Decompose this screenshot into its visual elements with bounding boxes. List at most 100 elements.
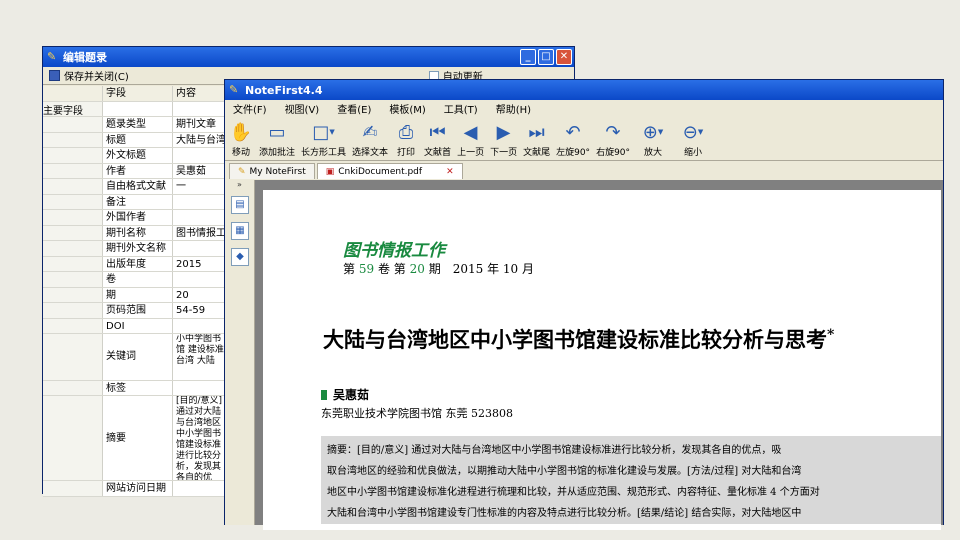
tool-prev-page-button[interactable]: ◀ 上一页 [457,121,484,159]
menu-item[interactable]: 模板(M) [389,101,425,116]
tab-0[interactable]: ✎ My NoteFirst [229,163,315,179]
value-cell[interactable]: 期刊文章 [173,117,227,132]
tool-next-page-button[interactable]: ▶ 下一页 [490,121,517,159]
table-row[interactable]: 期刊名称图书情报工作 [43,225,227,241]
tab-1[interactable]: ▣ CnkiDocument.pdf ✕ [316,163,463,179]
first-page-icon: ⏮ [429,121,446,143]
chevron-down-icon[interactable]: ▼ [698,128,703,136]
value-cell[interactable] [173,272,227,287]
table-row[interactable]: 主要字段 [43,101,227,117]
layers-icon[interactable]: ◆ [231,248,249,266]
table-row[interactable]: 期 20 [43,287,227,303]
menu-item[interactable]: 视图(V) [285,101,320,116]
edit-record-titlebar[interactable]: ✎ 编辑题录 _ □ ✕ [43,47,574,67]
tool-last-page-button[interactable]: ⏭ 文献尾 [523,121,550,159]
tool-select-text-button[interactable]: ✍ 选择文本 [352,121,388,159]
close-icon[interactable]: ✕ [556,49,572,65]
value-cell[interactable] [173,210,227,225]
window-title: 编辑题录 [63,51,107,64]
abstract-line: 地区中小学图书馆建设标准化进程进行梳理和比较，并从适应范围、规范形式、内容特征、… [327,487,820,498]
table-row[interactable]: 网站访问日期 [43,481,227,497]
group-cell [43,318,103,333]
group-cell [43,241,103,256]
tool-rect-button[interactable]: □ ▼ 长方形工具 [301,121,347,159]
value-cell[interactable] [173,102,227,117]
value-cell[interactable]: 吴惠茹 [173,164,227,179]
table-row[interactable]: 作者 吴惠茹 [43,163,227,179]
table-row[interactable]: 页码范围 54-59 [43,303,227,319]
value-cell[interactable]: [目的/意义]通过对大陆与台湾地区中小学图书馆建设标准进行比较分析，发现其各自的… [173,396,227,480]
toolbar: ✋ 移动 ▭ 添加批注 □ ▼ 长方形工具 ✍ 选择文本 ⎙ 打印 ⏮ 文献首 ◀ 上一页 ▶ 下一页 ⏭ 文献尾… [225,117,943,161]
close-tab-icon[interactable]: ✕ [446,167,454,177]
table-row[interactable]: 关键词 小中学图书馆 建设标准 台湾 大陆 [43,334,227,381]
table-row[interactable]: 出版年度 2015 [43,256,227,272]
tool-first-page-button[interactable]: ⏮ 文献首 [424,121,451,159]
issue-line: 第 59 卷 第 20 期 2015 年 10 月 [343,262,534,276]
value-cell[interactable]: 小中学图书馆 建设标准 台湾 大陆 [173,334,227,380]
pages-icon[interactable]: ▦ [231,222,249,240]
value-cell[interactable] [173,148,227,163]
table-row[interactable]: 自由格式文献一 [43,179,227,195]
group-cell [43,179,103,194]
menu-item[interactable]: 工具(T) [444,101,478,116]
value-cell[interactable]: 大陆与台湾地 [173,133,227,148]
tool-zoom-out-button[interactable]: ⊖ ▼ 缩小 [676,121,710,159]
notefirst-window: ✎ NoteFirst4.4 文件(F) 视图(V) 查看(E) 模板(M) 工具(T)… [224,79,944,530]
value-cell[interactable]: 一 [173,179,227,194]
side-panel: » ▤ ▦ ◆ [225,180,255,525]
menu-item[interactable]: 帮助(H) [496,101,531,116]
last-page-icon: ⏭ [528,121,545,143]
value-cell[interactable] [173,319,227,334]
table-row[interactable]: 摘要 [目的/意义]通过对大陆与台湾地区中小学图书馆建设标准进行比较分析，发现其各… [43,396,227,482]
value-cell[interactable] [173,241,227,256]
tool-add-note-button[interactable]: ▭ 添加批注 [259,121,295,159]
group-cell [43,163,103,178]
table-row[interactable]: 标题大陆与台湾地 [43,132,227,148]
notefirst-titlebar[interactable]: ✎ NoteFirst4.4 [225,80,943,100]
value-cell[interactable]: 54-59 [173,303,227,318]
menu-item[interactable]: 查看(E) [337,101,371,116]
tool-zoom-in-button[interactable]: ⊕ ▼ 放大 [636,121,670,159]
table-row[interactable]: 标签 [43,380,227,396]
rotate-left-icon: ↶ [565,121,581,143]
field-cell: 备注 [103,194,173,209]
tab-bar: ✎ My NoteFirst ▣ CnkiDocument.pdf ✕ [225,161,943,179]
table-row[interactable]: 期刊外文名称 [43,241,227,257]
collapse-icon[interactable]: » [225,180,254,189]
tool-label: 长方形工具 [301,148,347,158]
menu-item[interactable]: 文件(F) [233,101,267,116]
bookmark-icon[interactable]: ▤ [231,196,249,214]
table-row[interactable]: 备注 [43,194,227,210]
chevron-down-icon[interactable]: ▼ [658,128,663,136]
hand-icon: ✋ [229,121,253,143]
value-cell[interactable] [173,195,227,210]
table-row[interactable]: 外国作者 [43,210,227,226]
field-column-header[interactable]: 字段 [103,86,173,101]
pdf-page: 图书情报工作 第 59 卷 第 20 期 2015 年 10 月 大陆与台湾地区… [263,190,941,530]
table-row[interactable]: DOI [43,318,227,334]
value-cell[interactable]: 20 [173,288,227,303]
tool-hand-button[interactable]: ✋ 移动 [229,121,253,159]
value-cell[interactable]: 图书情报工作 [173,226,227,241]
group-cell [43,287,103,302]
group-cell [43,396,103,481]
group-cell [43,225,103,240]
pdf-viewer[interactable]: 图书情报工作 第 59 卷 第 20 期 2015 年 10 月 大陆与台湾地区… [255,180,943,530]
rotate-right-icon: ↷ [605,121,621,143]
tool-rotate-left-button[interactable]: ↶ 左旋90° [556,121,590,159]
value-cell[interactable]: 2015 [173,257,227,272]
minimize-icon[interactable]: _ [520,49,536,65]
tool-print-button[interactable]: ⎙ 打印 [394,121,418,159]
save-close-button[interactable]: 保存并关闭(C) [64,68,129,83]
value-cell[interactable] [173,481,227,496]
content-column-header[interactable]: 内容 [173,86,227,101]
tab-label: My NoteFirst [249,166,306,177]
value-cell[interactable] [173,381,227,396]
table-row[interactable]: 题录类型 期刊文章 [43,117,227,133]
maximize-icon[interactable]: □ [538,49,554,65]
chevron-down-icon[interactable]: ▼ [329,128,334,136]
table-row[interactable]: 外文标题 [43,148,227,164]
tool-label: 放大 [644,148,663,158]
tool-rotate-right-button[interactable]: ↷ 右旋90° [596,121,630,159]
table-row[interactable]: 卷 [43,272,227,288]
